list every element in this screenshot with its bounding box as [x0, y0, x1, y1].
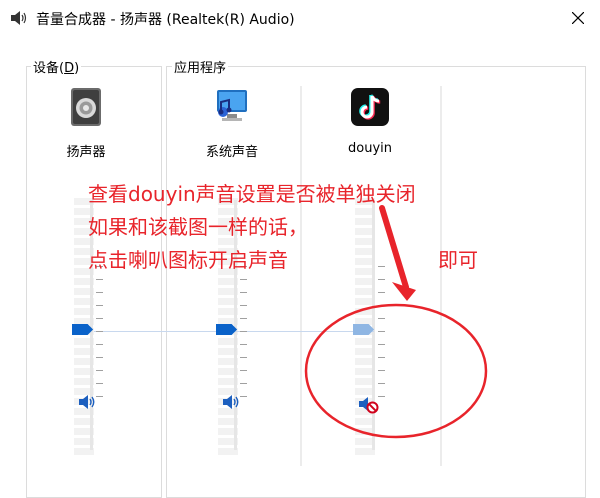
annotation-text: 查看douyin声音设置是否被单独关闭 如果和该截图一样的话， 点击喇叭图标开启… [88, 178, 416, 277]
annotation-line-2: 如果和该截图一样的话， [88, 215, 308, 239]
annotation-line-1: 查看douyin声音设置是否被单独关闭 [88, 182, 416, 206]
annotation-line-3: 点击喇叭图标开启声音 [88, 248, 288, 272]
annotation-line-3-tail: 即可 [438, 248, 478, 272]
annotation-circle [304, 303, 488, 439]
